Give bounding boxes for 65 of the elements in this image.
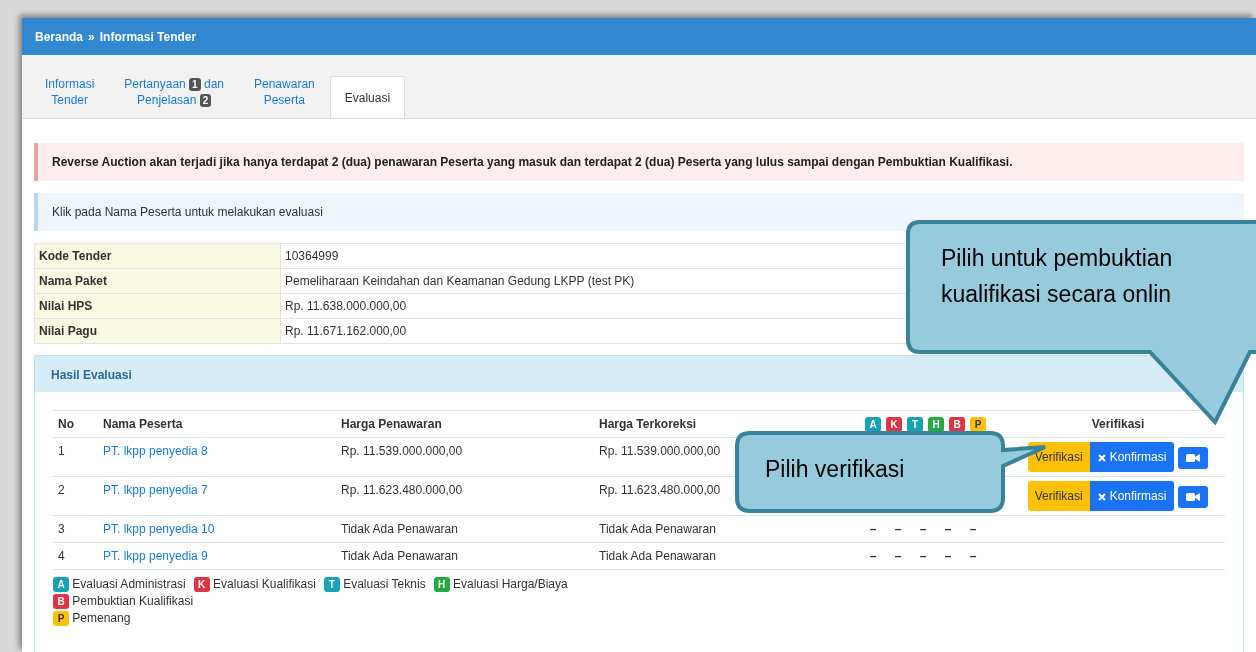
field-label: Nama Paket: [34, 268, 281, 294]
status-dash: –: [943, 548, 953, 565]
row-number: 2: [53, 476, 98, 516]
x-icon: [1097, 453, 1106, 462]
offer-price: Tidak Ada Penawaran: [336, 515, 594, 543]
stage-badge: P: [53, 611, 69, 626]
row-number: 4: [53, 542, 98, 570]
breadcrumb-link[interactable]: Beranda: [35, 27, 84, 46]
count-badge: 2: [199, 93, 212, 107]
breadcrumb-current: Informasi Tender: [99, 28, 197, 46]
verify-button[interactable]: Verifikasi: [1027, 442, 1090, 472]
legend-label: Evaluasi Administrasi: [72, 577, 186, 591]
row-number: 1: [53, 437, 98, 477]
offer-price: Tidak Ada Penawaran: [336, 542, 594, 570]
column-header: Nama Peserta: [98, 410, 336, 438]
column-header: Harga Penawaran: [336, 410, 594, 438]
video-button[interactable]: [1178, 446, 1209, 469]
panel-title: Hasil Evaluasi: [35, 356, 1243, 392]
breadcrumb-separator: »: [88, 28, 95, 46]
video-camera-icon: [1186, 491, 1201, 502]
legend-label: Pemenang: [72, 611, 131, 625]
verify-button[interactable]: Verifikasi: [1027, 481, 1090, 511]
participant-link[interactable]: PT. lkpp penyedia 8: [103, 444, 208, 458]
count-badge: 1: [189, 77, 201, 91]
column-header: No: [53, 410, 98, 438]
legend-label: Evaluasi Teknis: [343, 577, 426, 591]
status-dash: –: [943, 521, 953, 538]
stage-badge: B: [53, 594, 69, 609]
status-dash: –: [893, 521, 903, 538]
participant-link[interactable]: PT. lkpp penyedia 9: [103, 549, 208, 563]
participant-link[interactable]: PT. lkpp penyedia 7: [103, 483, 208, 497]
status-dash: –: [893, 548, 903, 565]
stage-badge: T: [323, 577, 340, 592]
offer-price: Rp. 11.539.000.000,00: [336, 437, 594, 477]
stage-badge: A: [53, 577, 69, 592]
field-label: Nilai HPS: [34, 293, 281, 319]
field-label: Kode Tender: [34, 243, 281, 269]
tab[interactable]: Informasi Tender: [30, 70, 110, 118]
offer-price: Rp. 11.623.480.000,00: [336, 476, 594, 516]
status-dash: –: [868, 521, 878, 538]
legend-label: Evaluasi Kualifikasi: [213, 577, 316, 591]
confirm-button[interactable]: Konfirmasi: [1089, 481, 1175, 511]
warning-alert: Reverse Auction akan terjadi jika hanya terdapat 2 (dua) penawaran Peserta yang masuk dan terdapat 2 (dua) Peserta yang lulus sampai dengan Pembuktian Kualifikasi.: [34, 143, 1244, 181]
stage-badge: K: [193, 577, 210, 592]
confirm-button[interactable]: Konfirmasi: [1089, 442, 1175, 472]
video-button[interactable]: [1178, 485, 1209, 508]
x-icon: [1097, 492, 1106, 501]
stage-badge: H: [433, 577, 450, 592]
video-camera-icon: [1186, 452, 1201, 463]
legend-label: Pembuktian Kualifikasi: [72, 594, 194, 608]
status-dash: –: [868, 548, 878, 565]
info-alert: Klik pada Nama Peserta untuk melakukan evaluasi: [34, 193, 1244, 231]
status-dash: –: [968, 521, 978, 538]
tab[interactable]: Penawaran Peserta: [239, 70, 330, 118]
status-dash: –: [918, 548, 928, 565]
corrected-price: Tidak Ada Penawaran: [594, 542, 851, 570]
corrected-price: Tidak Ada Penawaran: [594, 515, 851, 543]
field-label: Nilai Pagu: [34, 318, 281, 344]
status-dash: –: [968, 548, 978, 565]
status-dash: –: [918, 521, 928, 538]
tab[interactable]: Pertanyaan 1 dan Penjelasan 2: [109, 70, 239, 118]
legend-label: Evaluasi Harga/Biaya: [453, 577, 568, 591]
row-number: 3: [53, 515, 98, 543]
tab[interactable]: Evaluasi: [329, 76, 406, 118]
participant-link[interactable]: PT. lkpp penyedia 10: [103, 522, 215, 536]
